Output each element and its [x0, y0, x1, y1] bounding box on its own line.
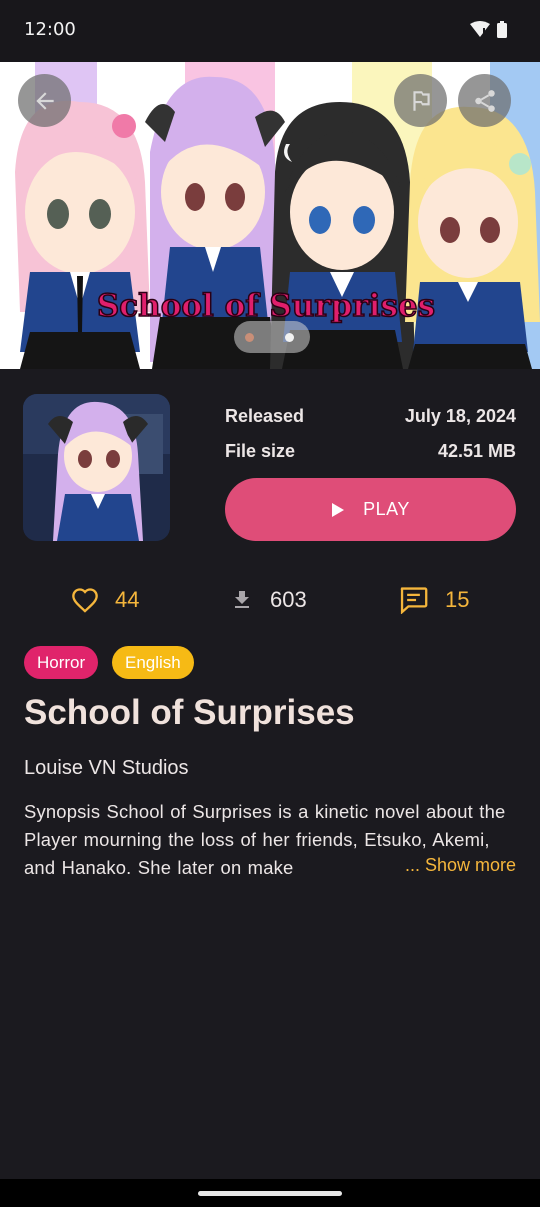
download-count: 603	[270, 587, 307, 612]
released-label: Released	[225, 406, 305, 426]
comment-stat[interactable]: 15	[398, 583, 469, 617]
status-time: 12:00	[24, 19, 76, 40]
like-count: 44	[115, 587, 140, 612]
heart-icon	[72, 588, 98, 613]
comment-count: 15	[445, 587, 470, 612]
filesize-label: File size	[225, 441, 296, 461]
wifi-icon	[470, 21, 490, 37]
character-blonde	[405, 106, 540, 369]
back-button[interactable]	[18, 74, 71, 127]
comment-icon	[400, 587, 428, 614]
share-button[interactable]	[458, 74, 511, 127]
carousel-indicator[interactable]	[234, 321, 310, 353]
filesize-value: 42.51 MB	[437, 441, 516, 461]
download-stat[interactable]: 603	[230, 583, 307, 617]
carousel-dot[interactable]	[285, 333, 294, 342]
like-stat[interactable]: 44	[71, 583, 139, 617]
play-button-label: PLAY	[363, 499, 410, 519]
tag-horror[interactable]: Horror	[24, 646, 99, 679]
home-gesture-handle[interactable]	[198, 1191, 342, 1196]
battery-icon	[497, 21, 507, 38]
arrow-left-icon	[35, 91, 54, 110]
carousel-dot-active[interactable]	[245, 333, 254, 342]
flag-icon	[412, 90, 430, 111]
status-bar: 12:00	[0, 0, 540, 62]
show-more-link[interactable]: ... Show more	[398, 855, 516, 876]
system-navigation-bar	[0, 1179, 540, 1207]
share-icon	[474, 89, 495, 112]
play-icon	[332, 502, 345, 517]
download-icon	[235, 591, 249, 608]
banner-title: School of Surprises	[97, 288, 435, 324]
tag-english[interactable]: English	[112, 646, 194, 679]
released-value: July 18, 2024	[404, 406, 516, 426]
report-button[interactable]	[394, 74, 447, 127]
status-icons	[470, 20, 510, 40]
play-button[interactable]: PLAY	[225, 478, 516, 541]
game-title: School of Surprises	[24, 693, 355, 732]
game-thumbnail	[23, 394, 170, 541]
game-author[interactable]: Louise VN Studios	[24, 757, 189, 780]
hero-banner[interactable]: School of Surprises	[0, 62, 540, 369]
character-pink	[15, 100, 150, 369]
